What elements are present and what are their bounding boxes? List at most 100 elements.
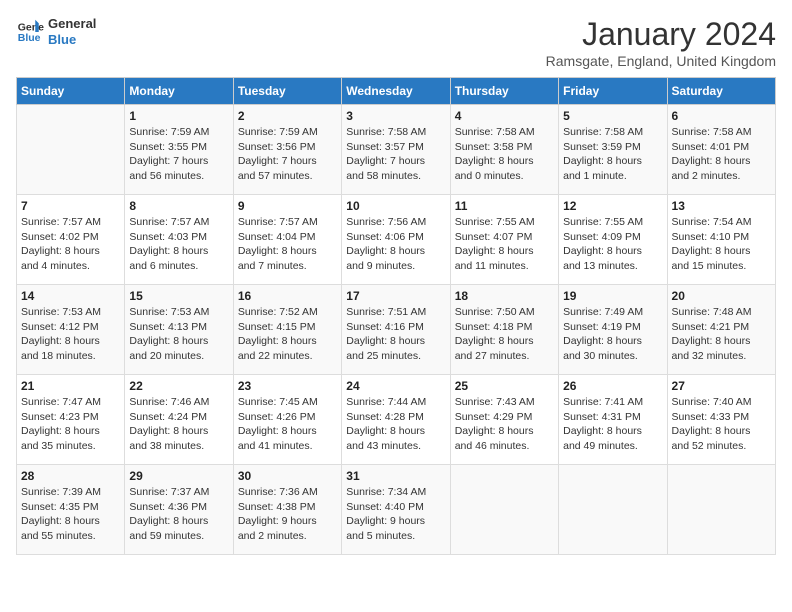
calendar-cell: 21Sunrise: 7:47 AMSunset: 4:23 PMDayligh… [17, 375, 125, 465]
day-number: 7 [21, 199, 120, 213]
location-subtitle: Ramsgate, England, United Kingdom [546, 53, 776, 69]
calendar-cell: 17 Sunrise: 7:51 AMSunset: 4:16 PMDayligh… [342, 285, 450, 375]
calendar-cell: 13 Sunrise: 7:54 AMSunset: 4:10 PMDayligh… [667, 195, 775, 285]
day-detail: Sunrise: 7:52 AMSunset: 4:15 PMDaylight:… [238, 305, 337, 364]
calendar-cell: 4Sunrise: 7:58 AMSunset: 3:58 PMDaylight… [450, 105, 558, 195]
calendar-cell: 22 Sunrise: 7:46 AMSunset: 4:24 PMDayligh… [125, 375, 233, 465]
logo-line1: General [48, 16, 96, 32]
col-header-saturday: Saturday [667, 78, 775, 105]
day-detail: Sunrise: 7:39 AMSunset: 4:35 PMDaylight:… [21, 485, 120, 544]
day-number: 16 [238, 289, 337, 303]
day-number: 17 [346, 289, 445, 303]
calendar-cell: 14 Sunrise: 7:53 AMSunset: 4:12 PMDayligh… [17, 285, 125, 375]
day-detail: Sunrise: 7:55 AMSunset: 4:09 PMDaylight:… [563, 215, 662, 274]
day-number: 20 [672, 289, 771, 303]
day-detail: Sunrise: 7:56 AMSunset: 4:06 PMDaylight:… [346, 215, 445, 274]
day-number: 15 [129, 289, 228, 303]
calendar-cell: 23 Sunrise: 7:45 AMSunset: 4:26 PMDayligh… [233, 375, 341, 465]
day-detail: Sunrise: 7:47 AMSunset: 4:23 PMDaylight:… [21, 395, 120, 454]
day-number: 14 [21, 289, 120, 303]
page-header: General Blue General Blue January 2024 R… [16, 16, 776, 69]
day-number: 23 [238, 379, 337, 393]
logo-line2: Blue [48, 32, 96, 48]
day-detail: Sunrise: 7:40 AMSunset: 4:33 PMDaylight:… [672, 395, 771, 454]
day-detail: Sunrise: 7:43 AMSunset: 4:29 PMDaylight:… [455, 395, 554, 454]
calendar-cell: 27 Sunrise: 7:40 AMSunset: 4:33 PMDayligh… [667, 375, 775, 465]
calendar-cell: 25Sunrise: 7:43 AMSunset: 4:29 PMDayligh… [450, 375, 558, 465]
calendar-cell: 11 Sunrise: 7:55 AMSunset: 4:07 PMDayligh… [450, 195, 558, 285]
calendar-cell: 1 Sunrise: 7:59 AMSunset: 3:55 PMDaylight… [125, 105, 233, 195]
month-title: January 2024 [546, 16, 776, 53]
calendar-cell [559, 465, 667, 555]
calendar-cell: 12 Sunrise: 7:55 AMSunset: 4:09 PMDayligh… [559, 195, 667, 285]
day-number: 2 [238, 109, 337, 123]
calendar-cell [450, 465, 558, 555]
day-detail: Sunrise: 7:51 AMSunset: 4:16 PMDaylight:… [346, 305, 445, 364]
calendar-cell: 8Sunrise: 7:57 AMSunset: 4:03 PMDaylight… [125, 195, 233, 285]
calendar-cell: 29 Sunrise: 7:37 AMSunset: 4:36 PMDayligh… [125, 465, 233, 555]
day-number: 29 [129, 469, 228, 483]
day-detail: Sunrise: 7:58 AMSunset: 3:59 PMDaylight:… [563, 125, 662, 184]
day-number: 13 [672, 199, 771, 213]
day-number: 31 [346, 469, 445, 483]
logo-icon: General Blue [16, 18, 44, 46]
calendar-cell: 6 Sunrise: 7:58 AMSunset: 4:01 PMDaylight… [667, 105, 775, 195]
calendar-cell: 7Sunrise: 7:57 AMSunset: 4:02 PMDaylight… [17, 195, 125, 285]
day-detail: Sunrise: 7:53 AMSunset: 4:12 PMDaylight:… [21, 305, 120, 364]
day-number: 12 [563, 199, 662, 213]
calendar-cell [17, 105, 125, 195]
logo: General Blue General Blue [16, 16, 96, 47]
day-number: 1 [129, 109, 228, 123]
day-number: 27 [672, 379, 771, 393]
calendar-cell: 2 Sunrise: 7:59 AMSunset: 3:56 PMDaylight… [233, 105, 341, 195]
calendar-cell: 5 Sunrise: 7:58 AMSunset: 3:59 PMDaylight… [559, 105, 667, 195]
calendar-cell: 28 Sunrise: 7:39 AMSunset: 4:35 PMDayligh… [17, 465, 125, 555]
col-header-friday: Friday [559, 78, 667, 105]
day-detail: Sunrise: 7:41 AMSunset: 4:31 PMDaylight:… [563, 395, 662, 454]
title-block: January 2024 Ramsgate, England, United K… [546, 16, 776, 69]
calendar-cell: 15Sunrise: 7:53 AMSunset: 4:13 PMDayligh… [125, 285, 233, 375]
day-number: 28 [21, 469, 120, 483]
day-number: 24 [346, 379, 445, 393]
day-detail: Sunrise: 7:36 AMSunset: 4:38 PMDaylight:… [238, 485, 337, 544]
day-detail: Sunrise: 7:54 AMSunset: 4:10 PMDaylight:… [672, 215, 771, 274]
day-number: 18 [455, 289, 554, 303]
day-number: 3 [346, 109, 445, 123]
day-number: 30 [238, 469, 337, 483]
calendar-cell: 10Sunrise: 7:56 AMSunset: 4:06 PMDayligh… [342, 195, 450, 285]
calendar-table: SundayMondayTuesdayWednesdayThursdayFrid… [16, 77, 776, 555]
day-number: 6 [672, 109, 771, 123]
col-header-sunday: Sunday [17, 78, 125, 105]
day-number: 26 [563, 379, 662, 393]
day-detail: Sunrise: 7:58 AMSunset: 3:58 PMDaylight:… [455, 125, 554, 184]
calendar-cell: 31 Sunrise: 7:34 AMSunset: 4:40 PMDayligh… [342, 465, 450, 555]
day-detail: Sunrise: 7:58 AMSunset: 4:01 PMDaylight:… [672, 125, 771, 184]
day-detail: Sunrise: 7:46 AMSunset: 4:24 PMDaylight:… [129, 395, 228, 454]
calendar-cell: 26 Sunrise: 7:41 AMSunset: 4:31 PMDayligh… [559, 375, 667, 465]
day-detail: Sunrise: 7:57 AMSunset: 4:04 PMDaylight:… [238, 215, 337, 274]
day-detail: Sunrise: 7:37 AMSunset: 4:36 PMDaylight:… [129, 485, 228, 544]
calendar-cell: 9Sunrise: 7:57 AMSunset: 4:04 PMDaylight… [233, 195, 341, 285]
calendar-cell: 16 Sunrise: 7:52 AMSunset: 4:15 PMDayligh… [233, 285, 341, 375]
day-detail: Sunrise: 7:34 AMSunset: 4:40 PMDaylight:… [346, 485, 445, 544]
calendar-cell: 19Sunrise: 7:49 AMSunset: 4:19 PMDayligh… [559, 285, 667, 375]
calendar-cell: 20Sunrise: 7:48 AMSunset: 4:21 PMDayligh… [667, 285, 775, 375]
day-detail: Sunrise: 7:57 AMSunset: 4:03 PMDaylight:… [129, 215, 228, 274]
day-detail: Sunrise: 7:50 AMSunset: 4:18 PMDaylight:… [455, 305, 554, 364]
col-header-tuesday: Tuesday [233, 78, 341, 105]
calendar-cell [667, 465, 775, 555]
day-detail: Sunrise: 7:59 AMSunset: 3:55 PMDaylight:… [129, 125, 228, 184]
day-number: 22 [129, 379, 228, 393]
col-header-monday: Monday [125, 78, 233, 105]
day-detail: Sunrise: 7:45 AMSunset: 4:26 PMDaylight:… [238, 395, 337, 454]
day-detail: Sunrise: 7:55 AMSunset: 4:07 PMDaylight:… [455, 215, 554, 274]
day-number: 11 [455, 199, 554, 213]
col-header-thursday: Thursday [450, 78, 558, 105]
col-header-wednesday: Wednesday [342, 78, 450, 105]
calendar-cell: 24Sunrise: 7:44 AMSunset: 4:28 PMDayligh… [342, 375, 450, 465]
day-number: 5 [563, 109, 662, 123]
calendar-cell: 30 Sunrise: 7:36 AMSunset: 4:38 PMDayligh… [233, 465, 341, 555]
day-number: 19 [563, 289, 662, 303]
day-detail: Sunrise: 7:58 AMSunset: 3:57 PMDaylight:… [346, 125, 445, 184]
day-detail: Sunrise: 7:59 AMSunset: 3:56 PMDaylight:… [238, 125, 337, 184]
